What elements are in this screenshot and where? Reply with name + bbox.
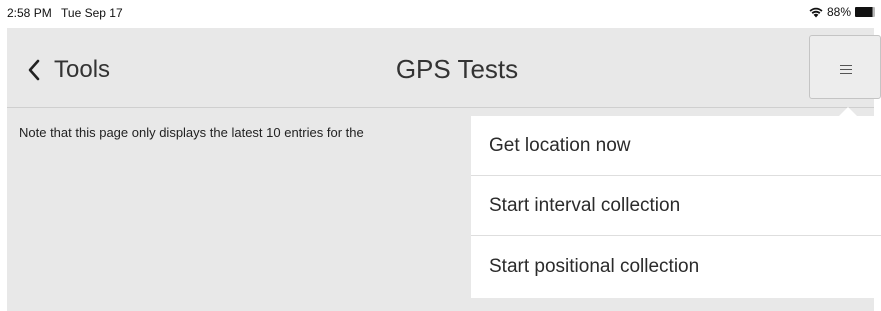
hamburger-menu-icon	[840, 65, 852, 77]
page-note: Note that this page only displays the la…	[19, 125, 364, 140]
menu-button[interactable]	[809, 35, 881, 99]
dropdown-menu: Get location now Start interval collecti…	[471, 116, 881, 298]
status-time: 2:58 PM	[7, 6, 52, 20]
status-date: Tue Sep 17	[61, 6, 123, 20]
status-indicators: 88%	[809, 5, 875, 19]
navigation-bar: Tools GPS Tests	[7, 28, 881, 108]
menu-item-get-location-now[interactable]: Get location now	[471, 116, 881, 176]
page-title: GPS Tests	[395, 54, 519, 84]
menu-item-start-interval-collection[interactable]: Start interval collection	[471, 176, 881, 236]
status-datetime: 2:58 PM Tue Sep 17	[7, 6, 123, 20]
wifi-icon	[809, 7, 823, 17]
battery-icon	[855, 7, 875, 17]
status-bar: 2:58 PM Tue Sep 17 88%	[0, 0, 881, 28]
battery-percent: 88%	[826, 5, 851, 19]
menu-item-start-positional-collection[interactable]: Start positional collection	[471, 236, 881, 298]
dropdown-pointer	[839, 107, 857, 116]
